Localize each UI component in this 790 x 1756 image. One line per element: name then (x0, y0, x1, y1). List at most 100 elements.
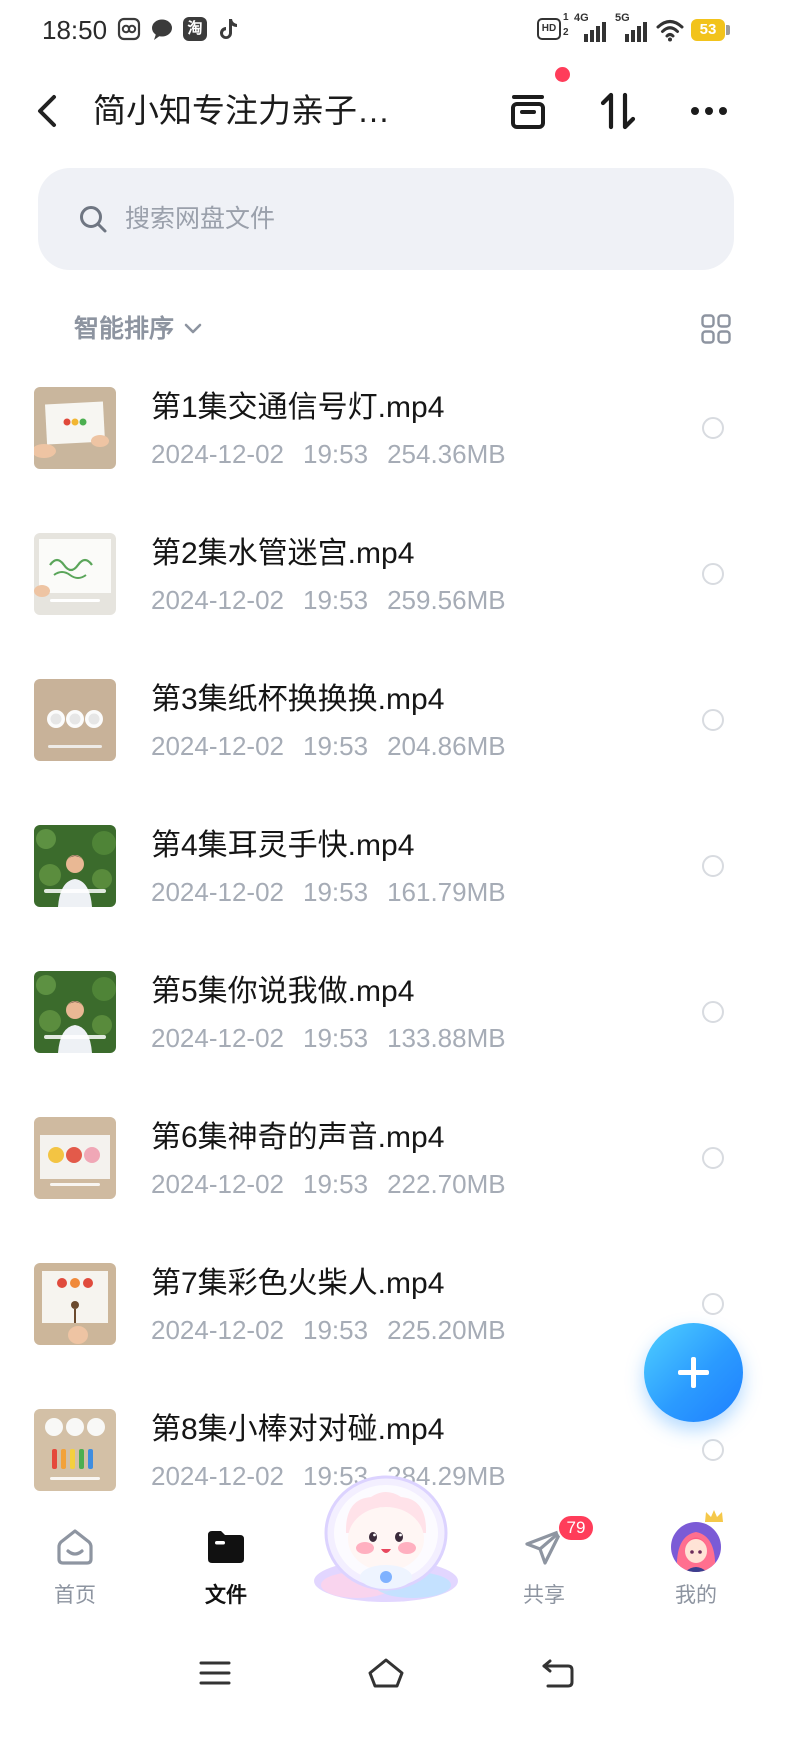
presenter-thumbnail (34, 825, 116, 907)
file-name: 第3集纸杯换换换.mp4 (151, 683, 445, 716)
file-size: 161.79MB (387, 877, 506, 907)
file-name: 第5集你说我做.mp4 (151, 975, 415, 1008)
crown-icon (703, 1508, 725, 1524)
file-date: 2024-12-02 (151, 877, 284, 907)
file-date: 2024-12-02 (151, 1461, 284, 1491)
status-bar: 18:50 淘 HD 1 2 4G 5G 53 (0, 0, 790, 60)
presenter-thumbnail (34, 971, 116, 1053)
file-meta: 2024-12-02 19:53 204.86MB (151, 731, 525, 761)
video-thumbnail[interactable] (34, 1117, 116, 1199)
file-row[interactable]: 第6集神奇的声音.mp4 2024-12-02 19:53 222.70MB (0, 1085, 790, 1231)
select-radio[interactable] (702, 1293, 724, 1315)
nav-item-me[interactable]: 我的 (656, 1497, 736, 1640)
archive-box-icon (511, 95, 545, 129)
video-thumbnail[interactable] (34, 387, 116, 469)
color-balls-thumbnail (34, 1117, 116, 1199)
video-thumbnail[interactable] (34, 825, 116, 907)
search-input[interactable]: 搜索网盘文件 (38, 168, 734, 270)
file-time: 19:53 (303, 439, 369, 469)
file-time: 19:53 (303, 1169, 369, 1199)
nav-item-home[interactable]: 首页 (35, 1497, 115, 1640)
file-date: 2024-12-02 (151, 439, 284, 469)
file-time: 19:53 (303, 731, 369, 761)
select-radio[interactable] (702, 1001, 724, 1023)
back-button[interactable] (30, 91, 70, 131)
file-name: 第7集彩色火柴人.mp4 (151, 1267, 445, 1300)
file-meta: 2024-12-02 19:53 222.70MB (151, 1169, 525, 1199)
select-radio[interactable] (702, 563, 724, 585)
file-row[interactable]: 第5集你说我做.mp4 2024-12-02 19:53 133.88MB (0, 939, 790, 1085)
signal-bars-icon (578, 20, 608, 42)
file-meta: 2024-12-02 19:53 254.36MB (151, 439, 525, 469)
more-icon (691, 107, 727, 115)
menu-icon[interactable] (199, 1658, 231, 1688)
avatar-icon (671, 1522, 721, 1572)
photo-album-icon (117, 17, 141, 41)
file-row[interactable]: 第4集耳灵手快.mp4 2024-12-02 19:53 161.79MB (0, 793, 790, 939)
file-name: 第1集交通信号灯.mp4 (151, 391, 445, 424)
transfer-button[interactable] (596, 89, 640, 133)
file-size: 133.88MB (387, 1023, 506, 1053)
select-radio[interactable] (702, 1147, 724, 1169)
file-date: 2024-12-02 (151, 1023, 284, 1053)
battery-indicator: 53 (691, 19, 725, 41)
video-thumbnail[interactable] (34, 971, 116, 1053)
chat-bubble-icon (150, 17, 174, 41)
maze-paper-thumbnail (34, 533, 116, 615)
video-thumbnail[interactable] (34, 533, 116, 615)
file-size: 259.56MB (387, 585, 506, 615)
video-thumbnail[interactable] (34, 1263, 116, 1345)
file-date: 2024-12-02 (151, 731, 284, 761)
file-row[interactable]: 第1集交通信号灯.mp4 2024-12-02 19:53 254.36MB (0, 355, 790, 501)
select-radio[interactable] (702, 709, 724, 731)
sort-dropdown[interactable]: 智能排序 (70, 310, 210, 348)
hd-sim-1: 1 (563, 12, 569, 23)
view-toggle-button[interactable] (700, 313, 732, 345)
nav-label-share: 共享 (523, 1584, 565, 1607)
file-list: 第1集交通信号灯.mp4 2024-12-02 19:53 254.36MB 第2集水管… (0, 355, 790, 1497)
file-name: 第4集耳灵手快.mp4 (151, 829, 415, 862)
file-date: 2024-12-02 (151, 1169, 284, 1199)
file-date: 2024-12-02 (151, 1315, 284, 1345)
nav-item-files[interactable]: 文件 (186, 1497, 266, 1640)
home-icon (53, 1525, 97, 1569)
nav-label-home: 首页 (54, 1584, 96, 1607)
file-meta: 2024-12-02 19:53 225.20MB (151, 1315, 525, 1345)
file-row[interactable]: 第3集纸杯换换换.mp4 2024-12-02 19:53 204.86MB (0, 647, 790, 793)
file-size: 254.36MB (387, 439, 506, 469)
file-meta: 2024-12-02 19:53 133.88MB (151, 1023, 525, 1053)
traffic-light-paper-thumbnail (34, 387, 116, 469)
video-thumbnail[interactable] (34, 1409, 116, 1491)
share-count-badge: 79 (557, 1514, 595, 1542)
file-time: 19:53 (303, 877, 369, 907)
mascot-icon[interactable] (309, 1473, 463, 1604)
status-time: 18:50 (42, 15, 108, 45)
video-thumbnail[interactable] (34, 679, 116, 761)
archive-button[interactable] (506, 89, 550, 133)
search-icon (78, 204, 108, 234)
signal-bars-icon (619, 20, 649, 42)
file-time: 19:53 (303, 1315, 369, 1345)
file-date: 2024-12-02 (151, 585, 284, 615)
notification-dot (555, 67, 570, 82)
upload-fab[interactable] (644, 1323, 743, 1422)
home-outline-icon[interactable] (366, 1655, 406, 1691)
back-icon[interactable] (540, 1657, 576, 1689)
select-radio[interactable] (702, 417, 724, 439)
file-time: 19:53 (303, 1023, 369, 1053)
select-radio[interactable] (702, 855, 724, 877)
file-time: 19:53 (303, 585, 369, 615)
file-name: 第2集水管迷宫.mp4 (151, 537, 415, 570)
file-row[interactable]: 第2集水管迷宫.mp4 2024-12-02 19:53 259.56MB (0, 501, 790, 647)
chevron-down-icon (182, 318, 204, 340)
more-button[interactable] (687, 99, 731, 123)
wifi-icon (656, 18, 684, 42)
chevron-left-icon (38, 95, 56, 127)
sort-label: 智能排序 (74, 315, 175, 343)
nav-label-me: 我的 (675, 1584, 717, 1607)
select-radio[interactable] (702, 1439, 724, 1461)
folder-icon (204, 1525, 248, 1569)
transfer-icon (600, 92, 636, 130)
search-placeholder: 搜索网盘文件 (125, 205, 276, 233)
file-size: 204.86MB (387, 731, 506, 761)
